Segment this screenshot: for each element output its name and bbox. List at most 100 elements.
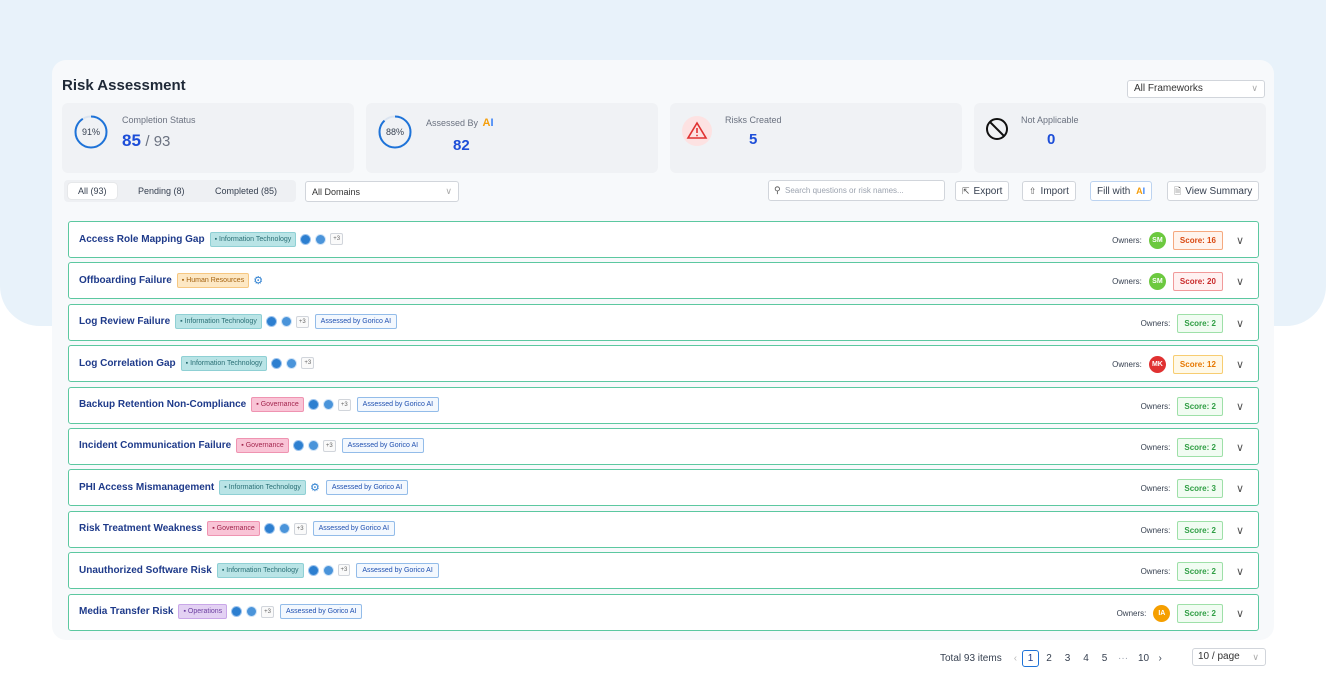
view-summary-button[interactable]: 🗎 View Summary — [1167, 181, 1260, 201]
more-badge[interactable]: +3 — [322, 439, 336, 452]
domain-tag: ▪ Information Technology — [175, 314, 262, 330]
page-5[interactable]: 5 — [1096, 653, 1113, 664]
search-input[interactable]: ⚲ Search questions or risk names... — [768, 180, 945, 201]
assessed-value: 82 — [453, 137, 470, 154]
chevron-down-icon[interactable]: ∨ — [1236, 482, 1244, 495]
stat-not-applicable: Not Applicable 0 — [974, 103, 1266, 173]
chevron-down-icon[interactable]: ∨ — [1236, 400, 1244, 413]
risk-row[interactable]: Risk Treatment Weakness ▪ Governance +3 Ass… — [68, 510, 1259, 548]
risk-row[interactable]: Offboarding Failure ▪ Human Resources ⚙ Own… — [68, 262, 1259, 300]
pagination: Total 93 items ‹ 1 2 3 4 5 ··· 10 › — [940, 649, 1162, 667]
risk-name[interactable]: Offboarding Failure — [79, 275, 172, 286]
owners-label: Owners: — [1112, 277, 1142, 287]
score-badge: Score: 2 — [1177, 562, 1223, 582]
domain-select[interactable]: All Domains ∨ — [305, 181, 459, 202]
page-10[interactable]: 10 — [1135, 653, 1152, 664]
chevron-down-icon[interactable]: ∨ — [1236, 275, 1244, 288]
chevron-down-icon[interactable]: ∨ — [1236, 565, 1244, 578]
score-badge: Score: 20 — [1172, 272, 1223, 292]
more-badge[interactable]: +3 — [337, 398, 351, 411]
risk-row[interactable]: Log Review Failure ▪ Information Technolo… — [68, 303, 1259, 341]
score-badge: Score: 16 — [1172, 231, 1223, 250]
score-badge: Score: 2 — [1177, 437, 1223, 457]
owners-label: Owners: — [1140, 484, 1171, 494]
chevron-down-icon[interactable]: ∨ — [1236, 358, 1244, 371]
export-icon: ⇱ — [962, 186, 970, 196]
page-2[interactable]: 2 — [1041, 653, 1058, 664]
score-badge: Score: 2 — [1177, 520, 1223, 540]
chevron-down-icon[interactable]: ∨ — [1236, 524, 1244, 537]
framework-icon — [271, 357, 283, 369]
framework-select[interactable]: All Frameworks ∨ — [1127, 80, 1265, 98]
score-badge: Score: 3 — [1177, 479, 1223, 499]
owners-label: Owners: — [1140, 525, 1171, 535]
page-size-select[interactable]: 10 / page ∨ — [1192, 648, 1266, 666]
risk-row[interactable]: Incident Communication Failure ▪ Governan… — [68, 427, 1259, 465]
page-4[interactable]: 4 — [1078, 653, 1095, 664]
export-button[interactable]: ⇱ Export — [955, 181, 1010, 201]
more-badge[interactable]: +3 — [293, 522, 307, 535]
more-badge[interactable]: +3 — [295, 315, 309, 328]
risk-name[interactable]: Media Transfer Risk — [79, 606, 173, 617]
chevron-down-icon[interactable]: ∨ — [1236, 234, 1244, 247]
score-badge: Score: 2 — [1177, 603, 1223, 623]
risk-name[interactable]: PHI Access Mismanagement — [79, 482, 214, 493]
next-page-button[interactable]: › — [1159, 653, 1162, 664]
avatar[interactable]: SM — [1148, 273, 1166, 291]
domain-tag: ▪ Governance — [207, 521, 260, 537]
chevron-down-icon[interactable]: ∨ — [1236, 441, 1244, 454]
prev-page-button[interactable]: ‹ — [1014, 653, 1017, 664]
avatar[interactable]: SM — [1148, 232, 1166, 249]
risk-row[interactable]: Backup Retention Non-Compliance ▪ Governa… — [68, 386, 1259, 424]
score-badge: Score: 2 — [1177, 396, 1223, 416]
gear-icon: ⚙ — [309, 481, 320, 494]
risk-name[interactable]: Log Correlation Gap — [79, 358, 176, 369]
more-badge[interactable]: +3 — [301, 357, 315, 370]
framework-icon — [265, 316, 277, 328]
import-button[interactable]: ⇧ Import — [1022, 181, 1076, 201]
risk-name[interactable]: Incident Communication Failure — [79, 440, 231, 451]
risk-row[interactable]: Unauthorized Software Risk ▪ Information … — [68, 552, 1259, 590]
page-1[interactable]: 1 — [1022, 649, 1040, 667]
domain-tag: ▪ Governance — [251, 397, 304, 413]
more-badge[interactable]: +3 — [337, 564, 351, 577]
page-3[interactable]: 3 — [1059, 653, 1076, 664]
assessed-badge: Assessed by Gorico AI — [325, 479, 409, 495]
gear-icon: ⚙ — [253, 274, 264, 287]
risk-row[interactable]: Log Correlation Gap ▪ Information Technol… — [68, 345, 1259, 383]
framework-icon — [246, 606, 258, 618]
domain-tag: ▪ Operations — [178, 604, 228, 620]
framework-icon — [231, 606, 243, 618]
avatar[interactable]: IA — [1153, 604, 1171, 622]
chevron-down-icon: ∨ — [1251, 83, 1258, 93]
pagination-total: Total 93 items — [940, 652, 1002, 664]
ban-icon — [984, 116, 1010, 147]
page-ellipsis[interactable]: ··· — [1115, 653, 1132, 664]
avatar[interactable]: MK — [1148, 356, 1166, 374]
chevron-down-icon[interactable]: ∨ — [1236, 607, 1244, 620]
tab-completed[interactable]: Completed (85) — [205, 183, 287, 199]
domain-tag: ▪ Information Technology — [209, 231, 297, 247]
risk-row[interactable]: Access Role Mapping Gap ▪ Information Tec… — [68, 221, 1259, 258]
domain-tag: ▪ Information Technology — [180, 355, 268, 371]
risk-name[interactable]: Unauthorized Software Risk — [79, 565, 212, 576]
risk-row[interactable]: Media Transfer Risk ▪ Operations +3 Assesse… — [68, 593, 1259, 631]
risk-name[interactable]: Access Role Mapping Gap — [79, 234, 205, 245]
assessed-badge: Assessed by Gorico AI — [341, 438, 425, 454]
more-badge[interactable]: +3 — [261, 605, 275, 618]
more-badge[interactable]: +3 — [330, 233, 344, 245]
risk-name[interactable]: Backup Retention Non-Compliance — [79, 399, 246, 410]
na-value: 0 — [1047, 131, 1056, 148]
assessed-badge: Assessed by Gorico AI — [356, 562, 439, 578]
domain-tag: ▪ Information Technology — [219, 479, 306, 495]
completion-percent: 91% — [81, 127, 100, 137]
stat-assessed: 88% Assessed By AI 82 — [366, 103, 658, 173]
risk-row[interactable]: PHI Access Mismanagement ▪ Information Te… — [68, 469, 1259, 507]
stat-label: Completion Status — [122, 115, 196, 125]
risk-name[interactable]: Risk Treatment Weakness — [79, 523, 202, 534]
fill-with-ai-button[interactable]: Fill with AI — [1090, 181, 1153, 201]
chevron-down-icon[interactable]: ∨ — [1236, 317, 1244, 330]
tab-all[interactable]: All (93) — [68, 183, 117, 199]
tab-pending[interactable]: Pending (8) — [128, 183, 195, 199]
risk-name[interactable]: Log Review Failure — [79, 316, 170, 327]
